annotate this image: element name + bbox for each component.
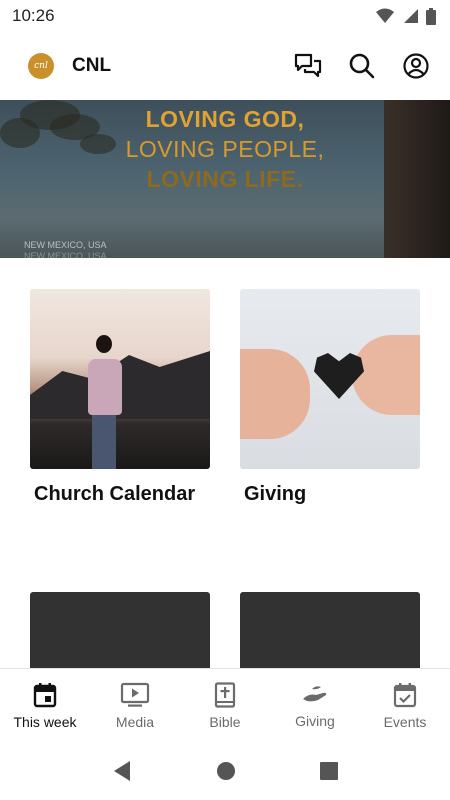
hand-icon bbox=[303, 685, 327, 701]
nav-media[interactable]: Media bbox=[90, 669, 180, 742]
system-navigation-bar bbox=[0, 742, 450, 800]
status-bar: 10:26 bbox=[0, 0, 450, 32]
status-time: 10:26 bbox=[12, 6, 55, 25]
calendar-today-icon bbox=[33, 682, 57, 707]
nav-events[interactable]: Events bbox=[360, 669, 450, 742]
hero-location-shadow: NEW MEXICO, USA bbox=[24, 251, 107, 258]
hero-slogan: LOVING GOD, LOVING PEOPLE, LOVING LIFE. bbox=[0, 106, 450, 193]
card-label: Church Calendar bbox=[34, 483, 196, 505]
profile-button[interactable] bbox=[400, 50, 432, 82]
nav-this-week[interactable]: This week bbox=[0, 669, 90, 742]
bottom-navigation: This week Media Bible Giving Events bbox=[0, 668, 450, 742]
battery-icon bbox=[426, 7, 436, 25]
hero-line-1: LOVING GOD, bbox=[145, 106, 305, 132]
nav-label: Giving bbox=[295, 712, 335, 729]
app-bar: cnl CNL bbox=[0, 32, 450, 100]
nav-label: This week bbox=[13, 713, 77, 730]
nav-giving[interactable]: Giving bbox=[270, 669, 360, 742]
card-church-calendar[interactable]: Church Calendar bbox=[30, 289, 210, 506]
card-label: Giving bbox=[244, 483, 307, 505]
book-cross-icon bbox=[214, 681, 236, 708]
app-logo[interactable]: cnl bbox=[28, 53, 54, 79]
cellular-signal-icon bbox=[404, 9, 418, 23]
search-icon bbox=[349, 53, 375, 79]
nav-label: Events bbox=[383, 713, 427, 730]
calendar-check-icon bbox=[393, 682, 417, 707]
hero-line-2: LOVING PEOPLE, bbox=[125, 136, 325, 162]
app-title: CNL bbox=[72, 55, 112, 76]
giving-image bbox=[240, 289, 420, 469]
nav-label: Bible bbox=[209, 713, 241, 730]
search-button[interactable] bbox=[346, 50, 378, 82]
play-screen-icon bbox=[120, 682, 150, 707]
nav-label: Media bbox=[115, 713, 155, 730]
church-calendar-image bbox=[30, 289, 210, 469]
recents-icon[interactable] bbox=[320, 762, 338, 780]
home-icon[interactable] bbox=[216, 761, 236, 781]
account-circle-icon bbox=[403, 53, 429, 79]
logo-text: cnl bbox=[34, 61, 48, 71]
messages-button[interactable] bbox=[292, 50, 324, 82]
hero-banner[interactable]: LOVING GOD, LOVING PEOPLE, LOVING LIFE. … bbox=[0, 100, 450, 258]
card-giving[interactable]: Giving bbox=[240, 289, 420, 506]
wifi-icon bbox=[376, 8, 394, 23]
status-icons bbox=[376, 7, 436, 25]
app-bar-actions bbox=[292, 50, 432, 82]
nav-bible[interactable]: Bible bbox=[180, 669, 270, 742]
back-icon[interactable] bbox=[112, 760, 132, 782]
hero-location: NEW MEXICO, USA bbox=[24, 240, 107, 250]
hero-line-3: LOVING LIFE. bbox=[146, 166, 304, 192]
chat-bubbles-icon bbox=[294, 53, 322, 78]
